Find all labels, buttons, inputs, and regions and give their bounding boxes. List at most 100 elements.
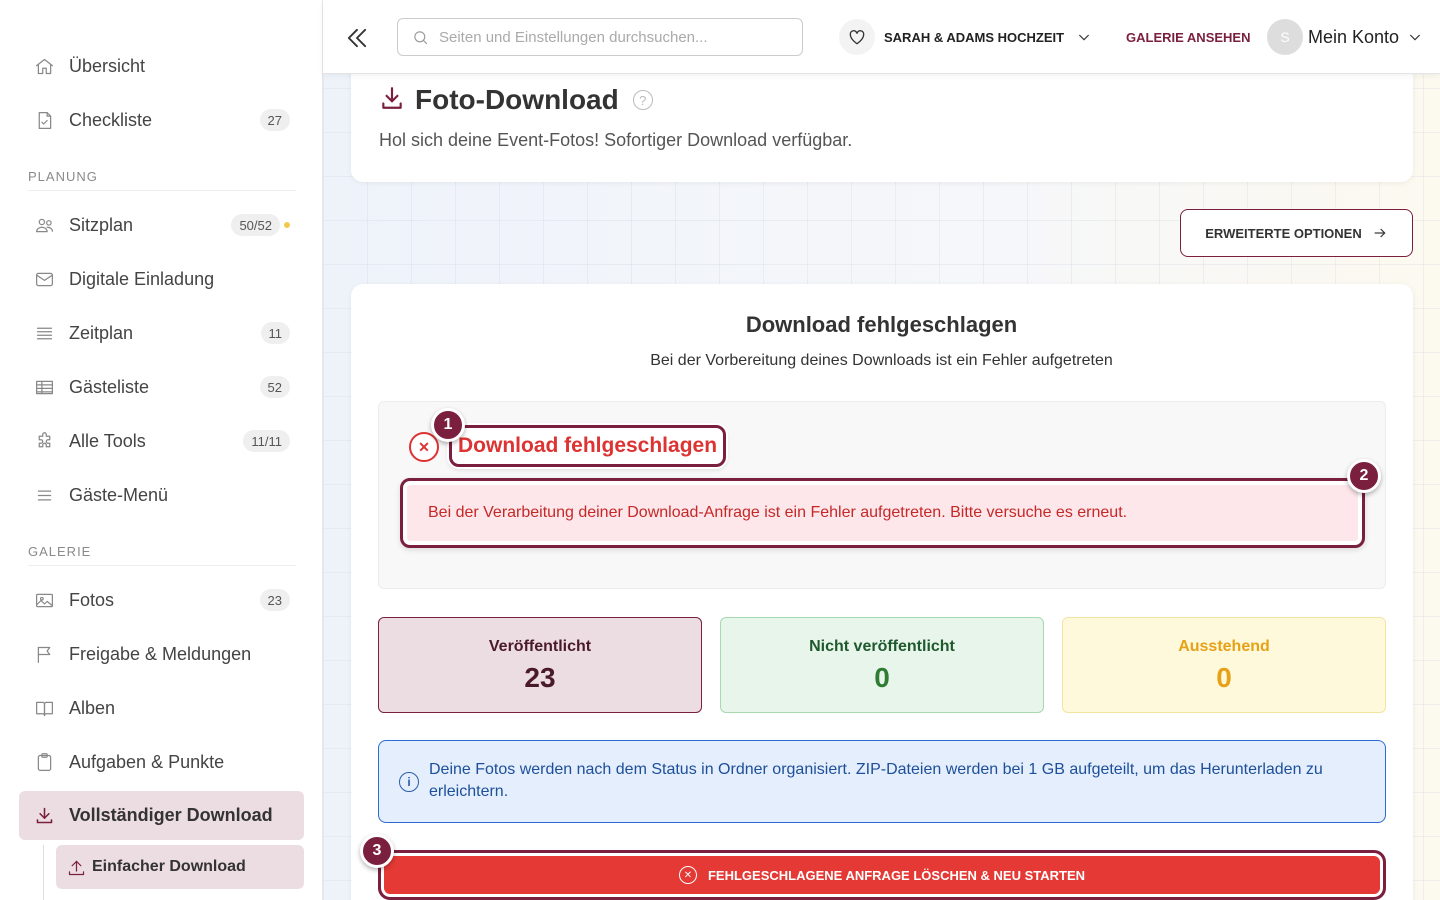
sidebar-item-label: Alben [69,697,116,718]
count-badge: 27 [259,109,290,131]
advanced-options-label: ERWEITERTE OPTIONEN [1205,225,1362,241]
stat-unpublished: Nicht veröffentlicht 0 [720,617,1044,713]
divider [28,565,296,566]
section-label-galerie: GALERIE [28,544,92,559]
sidebar-item-label: Alle Tools [69,430,146,451]
topbar: SARAH & ADAMS HOCHZEIT GALERIE ANSEHEN S… [323,0,1440,74]
sidebar-item-vollstaendiger-download[interactable]: Vollständiger Download [19,791,304,840]
step-marker-1: 1 [431,408,465,442]
account-label: Mein Konto [1308,26,1400,47]
event-selector[interactable]: SARAH & ADAMS HOCHZEIT [839,18,1092,56]
reset-request-button[interactable]: ✕ FEHLGESCHLAGENE ANFRAGE LÖSCHEN & NEU … [378,850,1386,900]
home-icon [32,54,56,78]
sidebar-item-aufgaben-punkte[interactable]: Aufgaben & Punkte [19,739,304,785]
flag-icon [32,642,56,666]
sidebar-item-gaesteliste[interactable]: Gästeliste 52 [19,364,304,410]
stat-value: 23 [524,662,556,693]
sidebar-item-alle-tools[interactable]: Alle Tools 11/11 [19,418,304,464]
stat-label: Veröffentlicht [488,638,592,655]
sidebar-item-zeitplan[interactable]: Zeitplan 11 [19,310,304,356]
count-badge: 52 [259,376,290,398]
count-badge: 23 [259,589,290,611]
image-icon [32,588,56,612]
sidebar-item-digitale-einladung[interactable]: Digitale Einladung [19,256,304,302]
download-icon [379,85,405,116]
tree-line [43,845,44,900]
sidebar-item-label: Freigabe & Meldungen [69,643,252,664]
divider [28,190,296,191]
sidebar-item-label: Fotos [69,589,115,610]
sidebar-item-uebersicht[interactable]: Übersicht [19,43,304,89]
avatar: S [1267,19,1303,55]
download-icon [32,804,56,828]
sidebar-item-label: Gästeliste [69,376,150,397]
table-icon [32,375,56,399]
list-icon [32,321,56,345]
x-circle-icon: ✕ [678,866,697,884]
card-title: Download fehlgeschlagen [745,312,1018,337]
stat-pending: Ausstehend 0 [1062,617,1386,713]
book-icon [32,696,56,720]
users-icon [32,213,56,237]
count-badge: 11/11 [243,430,290,452]
step-marker-3: 3 [360,834,394,868]
chevron-down-icon [1409,34,1421,41]
sidebar-item-label: Sitzplan [69,214,134,235]
count-badge: 11 [260,322,290,344]
sidebar-item-alben[interactable]: Alben [19,685,304,731]
sidebar-item-label: Digitale Einladung [69,268,215,289]
mail-icon [32,267,56,291]
reset-request-label: FEHLGESCHLAGENE ANFRAGE LÖSCHEN & NEU ST… [707,867,1085,883]
stat-label: Ausstehend [1178,638,1270,655]
puzzle-icon [32,429,56,453]
stat-published: Veröffentlicht 23 [378,617,702,713]
upload-icon [64,855,88,879]
event-name: SARAH & ADAMS HOCHZEIT [884,29,1065,45]
checklist-icon [32,108,56,132]
error-message: Bei der Verarbeitung deiner Download-Anf… [400,478,1365,548]
collapse-sidebar-button[interactable] [343,24,371,52]
error-title: Download fehlgeschlagen [449,425,727,467]
search-box[interactable] [397,18,803,56]
sidebar-item-label: Gäste-Menü [69,484,169,505]
sidebar-item-fotos[interactable]: Fotos 23 [19,577,304,623]
sidebar-item-label: Aufgaben & Punkte [69,751,225,772]
search-input[interactable] [439,28,779,46]
section-label-planung: PLANUNG [28,169,98,184]
sidebar-item-freigabe-meldungen[interactable]: Freigabe & Meldungen [19,631,304,677]
chevron-down-icon [1078,34,1090,41]
stat-value: 0 [874,662,890,693]
info-icon: i [399,772,419,792]
advanced-options-button[interactable]: ERWEITERTE OPTIONEN [1180,209,1413,257]
help-icon[interactable]: ? [632,90,653,110]
status-dot [284,222,290,228]
arrow-right-icon [1374,228,1386,238]
view-gallery-link[interactable]: GALERIE ANSEHEN [1126,30,1250,45]
sidebar-item-sitzplan[interactable]: Sitzplan 50/52 [19,202,304,248]
sidebar-item-checkliste[interactable]: Checkliste 27 [19,97,304,143]
stat-value: 0 [1216,662,1232,693]
sidebar-item-label: Zeitplan [69,322,134,343]
page-title-text: Foto-Download [415,84,619,115]
account-menu[interactable]: S Mein Konto [1267,18,1423,56]
sidebar-item-gaeste-menue[interactable]: Gäste-Menü [19,472,304,518]
count-badge: 50/52 [231,214,280,236]
step-marker-2: 2 [1347,459,1381,493]
sidebar-item-label: Übersicht [69,55,146,76]
clipboard-icon [32,750,56,774]
sidebar: Übersicht Checkliste 27 PLANUNG Sitzplan… [0,0,323,900]
main-content: Foto-Download ? Hol sich deine Event-Fot… [323,0,1440,900]
card-subtitle: Bei der Vorbereitung deines Downloads is… [650,352,1113,369]
info-notice: i Deine Fotos werden nach dem Status in … [378,740,1386,823]
page-subtitle: Hol sich deine Event-Fotos! Sofortiger D… [379,130,853,150]
double-chevron-left-icon [347,28,367,48]
heart-icon [839,19,875,55]
stat-label: Nicht veröffentlicht [809,638,955,655]
page-title: Foto-Download ? [379,84,653,116]
search-icon [414,30,428,44]
info-text: Deine Fotos werden nach dem Status in Or… [429,761,1323,800]
sidebar-subitem-einfacher-download[interactable]: Einfacher Download [56,845,304,889]
sidebar-item-label: Vollständiger Download [69,805,273,825]
sidebar-item-label: Checkliste [69,109,153,130]
sidebar-item-label: Einfacher Download [92,858,246,875]
